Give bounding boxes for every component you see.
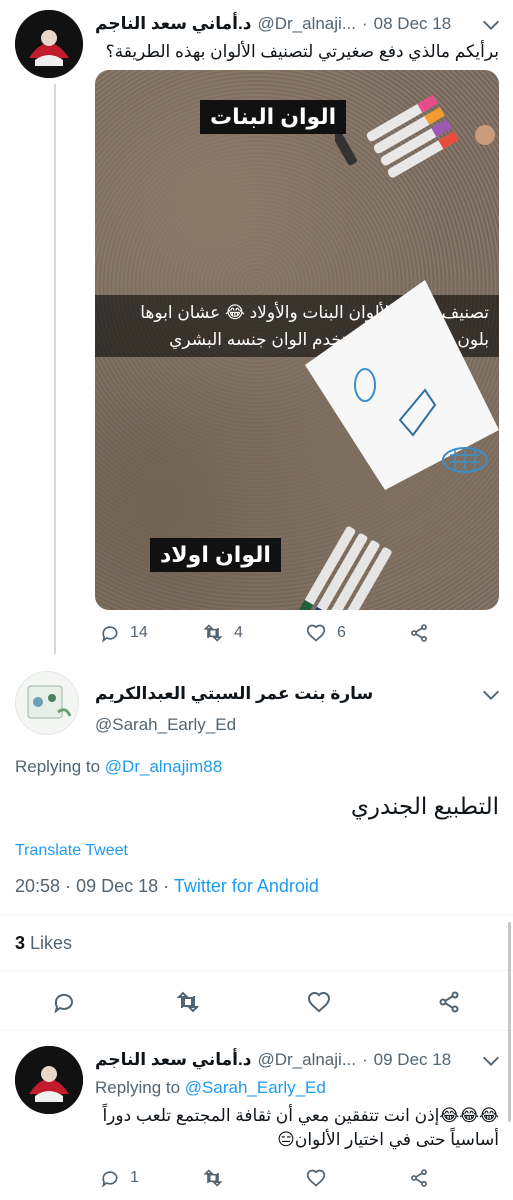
replying-handle-link[interactable]: @Sarah_Early_Ed [185,1078,326,1097]
likes-summary[interactable]: 3 Likes [15,933,72,954]
like-icon [306,624,326,642]
share-icon [411,624,427,642]
retweet-count: 4 [234,624,243,641]
tweet-meta: 20:58 · 09 Dec 18 · Twitter for Android [15,876,319,897]
label-girls-colors: الوان البنات [200,100,347,134]
tweet-time: 20:58 [15,876,61,896]
like-icon[interactable] [305,1168,327,1188]
thread-line [54,84,56,654]
chevron-down-icon[interactable] [480,1050,502,1072]
tweet-header: د.أماني سعد الناجم @Dr_alnaji... · 09 De… [95,1050,451,1070]
retweet-icon[interactable] [202,1168,224,1188]
likes-label: Likes [30,933,73,953]
tweet-media-image[interactable]: الوان البنات تصنيف ايلاف للألوان البنات … [95,70,499,610]
separator-dot: · [361,14,368,33]
reply-count: 1 [130,1169,139,1186]
replying-to: Replying to @Sarah_Early_Ed [95,1078,326,1098]
share-action[interactable] [408,623,430,643]
tweet-date[interactable]: 08 Dec 18 [374,14,452,34]
reply-action[interactable]: 14 [100,623,148,643]
avatar[interactable] [15,1046,83,1114]
share-icon[interactable] [408,1168,430,1188]
separator-dot: · [163,876,170,896]
divider [0,970,513,971]
avatar[interactable] [15,671,79,735]
display-name[interactable]: سارة بنت عمر السبتي العبدالكريم [95,684,373,704]
like-action[interactable]: 6 [305,623,346,643]
tweet-header: د.أماني سعد الناجم @Dr_alnaji... · 08 De… [95,14,451,34]
replying-prefix: Replying to [15,757,101,776]
retweet-icon[interactable] [175,990,201,1014]
markers-cluster-bottom [297,526,392,610]
tweet-date[interactable]: 09 Dec 18 [374,1050,452,1070]
chevron-down-icon[interactable] [480,14,502,36]
tweet-text-visible: برأيكم مالذي دفع صغيرتي لتصنيف الألوان ب… [105,42,499,61]
like-icon[interactable] [306,990,332,1014]
reply-action[interactable]: 1 [100,1168,139,1188]
avatar[interactable] [15,10,83,78]
separator-dot: · [361,1050,368,1069]
likes-number: 3 [15,933,26,953]
handle[interactable]: @Dr_alnaji... [257,1050,356,1070]
share-icon[interactable] [436,990,462,1014]
divider [0,914,513,915]
scrollbar[interactable] [508,922,511,1122]
handle[interactable]: @Sarah_Early_Ed [95,715,236,735]
label-boys-colors: الوان اولاد [150,538,281,572]
like-count: 6 [337,624,346,641]
markers-cluster-top [335,95,495,178]
handle[interactable]: @Dr_alnaji... [257,14,356,34]
reply-icon [101,1171,118,1188]
reply-icon[interactable] [52,990,76,1014]
tweet-source-link[interactable]: Twitter for Android [174,876,319,896]
chevron-down-icon[interactable] [480,684,502,706]
reply-count: 14 [130,624,148,641]
replying-prefix: Replying to [95,1078,181,1097]
tweet-text: 😂😂😂إذن انت تتفقين معي أن ثقافة المجتمع ت… [102,1106,499,1149]
reply-icon [101,626,118,643]
display-name[interactable]: د.أماني سعد الناجم [95,1050,251,1070]
divider [0,1030,513,1031]
paper-drawing [305,280,499,490]
replying-handle-link[interactable]: @Dr_alnajim88 [105,757,222,776]
display-name[interactable]: د.أماني سعد الناجم [95,14,251,34]
separator-dot: · [65,876,72,896]
tweet-text: التطبيع الجندري [350,793,499,819]
translate-tweet-link[interactable]: Translate Tweet [15,842,128,860]
retweet-action[interactable]: 4 [202,623,243,643]
retweet-icon [203,624,223,642]
replying-to: Replying to @Dr_alnajim88 [15,757,222,777]
tweet-date: 09 Dec 18 [76,876,159,896]
